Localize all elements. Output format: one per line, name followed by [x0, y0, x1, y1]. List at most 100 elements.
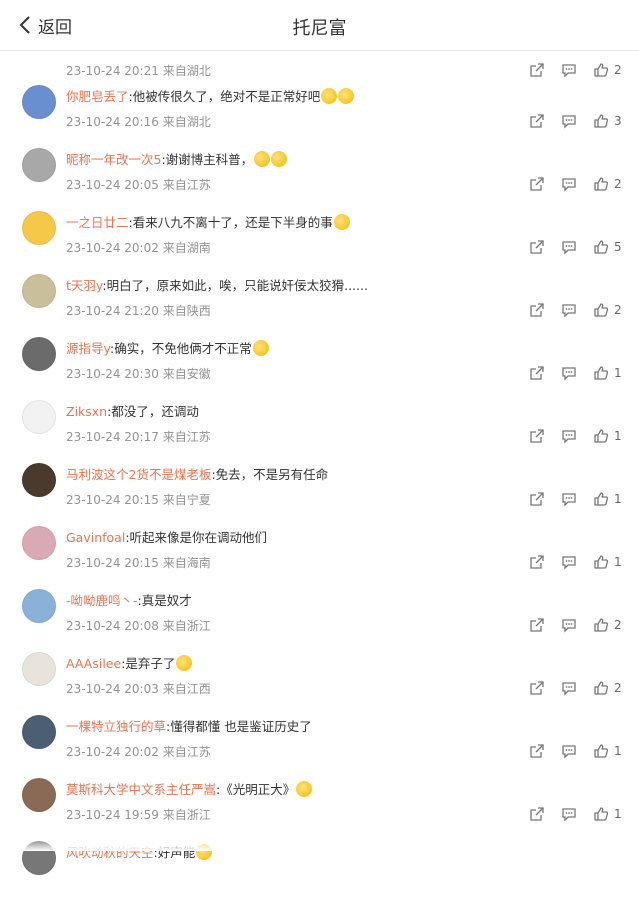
share-icon[interactable]	[529, 302, 545, 318]
comment-time: 23-10-24 20:17	[66, 430, 159, 444]
comment-username[interactable]: 一棵特立独行的草	[66, 719, 166, 734]
like-icon[interactable]	[593, 176, 609, 192]
comment-time: 23-10-24 20:15	[66, 493, 159, 507]
comment-icon[interactable]	[561, 365, 577, 381]
share-icon[interactable]	[529, 62, 545, 78]
like-icon[interactable]	[593, 680, 609, 696]
comment-content: Gavinfoal:听起来像是你在调动他们	[66, 529, 267, 547]
comment-username[interactable]: -呦呦鹿鸣丶-	[66, 593, 138, 608]
share-icon[interactable]	[529, 806, 545, 822]
comment-content: -呦呦鹿鸣丶-:真是奴才	[66, 592, 192, 610]
like-icon[interactable]	[593, 113, 609, 129]
comment-icon[interactable]	[561, 176, 577, 192]
comment-icon[interactable]	[561, 491, 577, 507]
comment-icon[interactable]	[561, 239, 577, 255]
emoji-icon	[296, 781, 313, 797]
comment-content: t天羽y:明白了，原来如此，唉，只能说奸佞太狡猾......	[66, 277, 368, 295]
like-icon[interactable]	[593, 806, 609, 822]
like-count: 1	[614, 492, 622, 506]
avatar[interactable]	[22, 463, 56, 497]
comment-username[interactable]: 昵称一年改一次5	[66, 152, 161, 167]
comment-username[interactable]: 你肥皂丢了	[66, 89, 129, 104]
comment-meta: 23-10-24 20:30 来自安徽	[66, 365, 211, 382]
like-count: 2	[614, 618, 622, 632]
like-icon[interactable]	[593, 554, 609, 570]
comment-username[interactable]: AAAsilee	[66, 656, 121, 671]
comment-icon[interactable]	[561, 743, 577, 759]
share-icon[interactable]	[529, 176, 545, 192]
avatar[interactable]	[22, 274, 56, 308]
like-count: 5	[614, 240, 622, 254]
comment-row: 一之日廿二:看来八九不离十了，还是下半身的事 23-10-24 20:02 来自…	[0, 204, 639, 267]
avatar[interactable]	[22, 400, 56, 434]
like-icon[interactable]	[593, 428, 609, 444]
comment-row: 马利波这个2货不是煤老板:免去，不是另有任命 23-10-24 20:15 来自…	[0, 456, 639, 519]
avatar[interactable]	[22, 148, 56, 182]
comment-username[interactable]: 一之日廿二	[66, 215, 129, 230]
avatar[interactable]	[22, 337, 56, 371]
emoji-icon	[254, 151, 271, 167]
comment-meta: 23-10-24 20:21 来自湖北	[66, 62, 211, 79]
avatar[interactable]	[22, 778, 56, 812]
comment-location: 来自江苏	[162, 430, 211, 444]
like-icon[interactable]	[593, 491, 609, 507]
like-icon[interactable]	[593, 617, 609, 633]
comment-icon[interactable]	[561, 113, 577, 129]
comment-icon[interactable]	[561, 62, 577, 78]
comment-icon[interactable]	[561, 680, 577, 696]
comment-text: :看来八九不离十了，还是下半身的事	[128, 215, 333, 230]
comment-actions: 1	[529, 554, 629, 572]
like-icon[interactable]	[593, 743, 609, 759]
avatar[interactable]	[22, 715, 56, 749]
comment-icon[interactable]	[561, 428, 577, 444]
comment-text: :明白了，原来如此，唉，只能说奸佞太狡猾......	[102, 278, 368, 293]
share-icon[interactable]	[529, 113, 545, 129]
comment-location: 来自宁夏	[162, 493, 211, 507]
comment-text: :懂得都懂 也是鉴证历史了	[166, 719, 312, 734]
share-icon[interactable]	[529, 491, 545, 507]
avatar[interactable]	[22, 526, 56, 560]
comment-username[interactable]: 源指导y	[66, 341, 110, 356]
like-icon[interactable]	[593, 62, 609, 78]
comment-actions: 3	[529, 113, 629, 131]
comment-username[interactable]: t天羽y	[66, 278, 102, 293]
top-nav-bar: 返回 托尼富	[0, 0, 639, 51]
comment-time: 23-10-24 20:02	[66, 241, 159, 255]
share-icon[interactable]	[529, 617, 545, 633]
avatar[interactable]	[22, 589, 56, 623]
comment-time: 23-10-24 20:05	[66, 178, 159, 192]
share-icon[interactable]	[529, 239, 545, 255]
share-icon[interactable]	[529, 680, 545, 696]
comment-text: :谢谢博主科普，	[161, 152, 254, 167]
like-icon[interactable]	[593, 239, 609, 255]
avatar[interactable]	[22, 652, 56, 686]
comment-text: :都没了，还调动	[107, 404, 199, 419]
comment-row: 一棵特立独行的草:懂得都懂 也是鉴证历史了 23-10-24 20:02 来自江…	[0, 708, 639, 771]
share-icon[interactable]	[529, 743, 545, 759]
share-icon[interactable]	[529, 365, 545, 381]
avatar[interactable]	[22, 211, 56, 245]
comment-icon[interactable]	[561, 617, 577, 633]
like-icon[interactable]	[593, 365, 609, 381]
comment-content: 昵称一年改一次5:谢谢博主科普，	[66, 151, 288, 169]
comment-text: :是弃子了	[121, 656, 176, 671]
comment-icon[interactable]	[561, 554, 577, 570]
comment-username[interactable]: 马利波这个2货不是煤老板	[66, 467, 211, 482]
emoji-icon	[321, 88, 338, 104]
comment-location: 来自江西	[162, 682, 211, 696]
comment-icon[interactable]	[561, 806, 577, 822]
bottom-fade	[0, 838, 639, 851]
comment-meta: 23-10-24 20:16 来自湖北	[66, 113, 211, 130]
like-icon[interactable]	[593, 302, 609, 318]
comment-meta: 23-10-24 20:17 来自江苏	[66, 428, 211, 445]
share-icon[interactable]	[529, 428, 545, 444]
comment-username[interactable]: 莫斯科大学中文系主任严嵩	[66, 782, 216, 797]
comment-username[interactable]: Ziksxn	[66, 404, 107, 419]
comment-content: AAAsilee:是弃子了	[66, 655, 193, 673]
comment-text: :《光明正大》	[216, 782, 296, 797]
comment-meta: 23-10-24 20:02 来自湖南	[66, 239, 211, 256]
share-icon[interactable]	[529, 554, 545, 570]
avatar[interactable]	[22, 85, 56, 119]
comment-icon[interactable]	[561, 302, 577, 318]
comment-username[interactable]: Gavinfoal	[66, 530, 125, 545]
